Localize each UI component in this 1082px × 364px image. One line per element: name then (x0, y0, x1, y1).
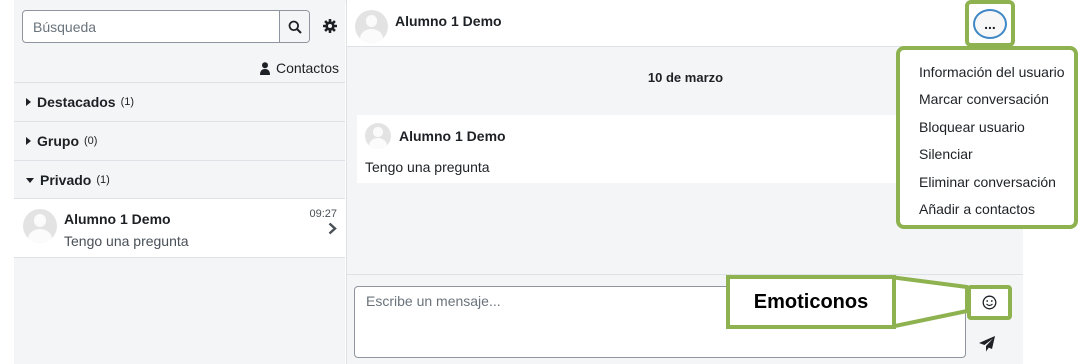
more-actions-highlight: ... (965, 0, 1015, 47)
avatar (23, 209, 57, 243)
message-sender: Alumno 1 Demo (399, 128, 506, 144)
message-text: Tengo una pregunta (365, 159, 490, 175)
conversation-list-item[interactable]: Alumno 1 Demo Tengo una pregunta 09:27 (14, 198, 345, 258)
section-count: (1) (120, 96, 135, 108)
search-input[interactable] (23, 11, 279, 42)
conversation-header: Alumno 1 Demo (347, 0, 1024, 47)
more-actions-button[interactable]: ... (973, 9, 1007, 39)
caret-down-icon (26, 177, 34, 183)
avatar (365, 123, 391, 149)
emoji-callout-label: Emoticonos (726, 275, 896, 329)
conversation-title[interactable]: Alumno 1 Demo (395, 13, 502, 29)
settings-button[interactable] (321, 17, 339, 35)
menu-item-user-info[interactable]: Información del usuario (900, 58, 1074, 86)
callout-pointer (890, 275, 969, 329)
contacts-link[interactable]: Contactos (259, 60, 339, 76)
message: Alumno 1 Demo Tengo una pregunta (357, 115, 917, 183)
search-box (22, 10, 310, 43)
section-starred[interactable]: Destacados (1) (14, 82, 345, 121)
menu-item-star[interactable]: Marcar conversación (900, 86, 1074, 114)
gear-icon (323, 19, 337, 33)
section-group[interactable]: Grupo (0) (14, 121, 345, 160)
avatar (355, 10, 388, 43)
section-name: Grupo (37, 133, 79, 149)
user-icon (259, 61, 270, 75)
conversation-list-panel: Contactos Destacados (1) Grupo (0) Priva… (14, 0, 345, 364)
contacts-label: Contactos (275, 60, 339, 76)
menu-item-block[interactable]: Bloquear usuario (900, 113, 1074, 141)
chevron-right-icon (328, 222, 337, 235)
caret-right-icon (26, 98, 31, 106)
smile-icon (982, 295, 997, 310)
conversation-time: 09:27 (309, 208, 337, 220)
section-name: Destacados (37, 94, 116, 110)
emoji-button[interactable] (967, 285, 1012, 320)
conversation-name: Alumno 1 Demo (64, 211, 171, 227)
paper-plane-icon (979, 336, 995, 352)
conversation-preview: Tengo una pregunta (64, 233, 189, 249)
menu-item-mute[interactable]: Silenciar (900, 141, 1074, 169)
search-button[interactable] (279, 11, 309, 42)
menu-item-delete[interactable]: Eliminar conversación (900, 168, 1074, 196)
menu-item-add-contact[interactable]: Añadir a contactos (900, 196, 1074, 224)
section-count: (1) (96, 174, 110, 186)
send-button[interactable] (978, 335, 996, 353)
caret-right-icon (26, 137, 31, 145)
section-count: (0) (84, 135, 98, 147)
search-icon (288, 20, 302, 34)
section-name: Privado (40, 172, 92, 188)
conversation-actions-menu: Información del usuario Marcar conversac… (896, 46, 1078, 229)
section-private[interactable]: Privado (1) (14, 160, 345, 199)
